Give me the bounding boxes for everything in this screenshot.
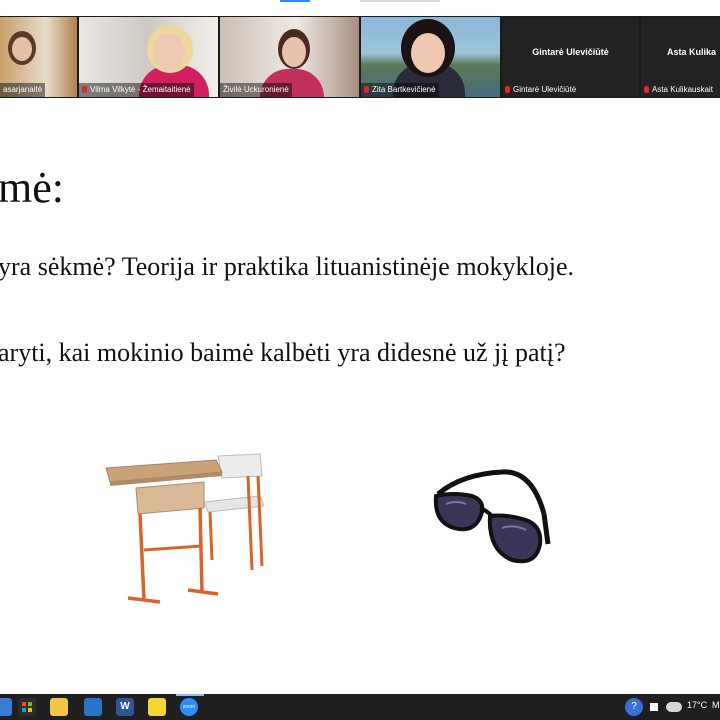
participant-name-label: Živilė Uckuronienė <box>220 83 292 97</box>
slide-bullet-2: aryti, kai mokinio baimė kalbėti yra did… <box>0 338 566 367</box>
participant-name-label: Zita Bartkevičienė <box>361 83 439 97</box>
muted-mic-icon <box>505 86 510 93</box>
weather-temperature[interactable]: 17°C <box>687 700 707 710</box>
sunglasses-image <box>433 469 551 564</box>
participant-video-face <box>282 37 306 67</box>
muted-mic-icon <box>82 86 87 93</box>
shared-screen-slide: mė: yra sėkmė? Teorija ir praktika litua… <box>0 98 720 694</box>
mail-icon[interactable] <box>84 698 102 716</box>
zoom-icon[interactable]: zoom <box>180 698 198 716</box>
weather-cloud-icon[interactable] <box>666 702 682 712</box>
window-tab-indicator <box>280 0 310 2</box>
file-explorer-icon[interactable] <box>50 698 68 716</box>
window-title-placeholder <box>360 0 440 2</box>
help-icon[interactable]: ? <box>625 698 643 716</box>
participant-tile[interactable]: Zita Bartkevičienė <box>361 17 500 97</box>
weather-condition[interactable]: M <box>712 700 720 710</box>
start-button[interactable] <box>0 698 12 716</box>
word-icon[interactable]: W <box>116 698 134 716</box>
windows-taskbar: W zoom ? 17°C M <box>0 694 720 720</box>
participant-video-face <box>411 33 445 73</box>
top-window-bar <box>0 0 720 16</box>
participant-video-strip: asarjanaitė Vilma Vilkytė - Žemaitaitien… <box>0 16 720 98</box>
school-desk-image <box>105 453 265 604</box>
slide-title: mė: <box>0 163 64 212</box>
participant-display-name: Gintarė Ulevičiūtė <box>532 47 609 57</box>
participant-name-label: asarjanaitė <box>0 83 46 97</box>
shield-icon[interactable] <box>650 703 658 711</box>
participant-tile-active-speaker[interactable]: Živilė Uckuronienė <box>220 17 359 97</box>
participant-video-face <box>153 33 185 71</box>
participant-tile-video-off[interactable]: Gintarė Ulevičiūtė Gintarė Ulevičiūtė <box>502 17 639 97</box>
participant-tile[interactable]: asarjanaitė <box>0 17 77 97</box>
participant-display-name: Asta Kulika <box>667 47 717 57</box>
store-icon[interactable] <box>18 698 36 716</box>
muted-mic-icon <box>644 86 649 93</box>
muted-mic-icon <box>364 86 369 93</box>
participant-tile[interactable]: Vilma Vilkytė - Žemaitaitienė <box>79 17 218 97</box>
slide-bullet-1: yra sėkmė? Teorija ir praktika lituanist… <box>0 252 575 281</box>
participant-video-face <box>12 37 32 61</box>
participant-name-label: Asta Kulikauskait <box>641 83 716 97</box>
participant-tile-video-off[interactable]: Asta Kulika Asta Kulikauskait <box>641 17 720 97</box>
sticky-notes-icon[interactable] <box>148 698 166 716</box>
participant-name-label: Gintarė Ulevičiūtė <box>502 83 579 97</box>
participant-name-label: Vilma Vilkytė - Žemaitaitienė <box>79 83 194 97</box>
active-app-indicator <box>176 694 204 696</box>
